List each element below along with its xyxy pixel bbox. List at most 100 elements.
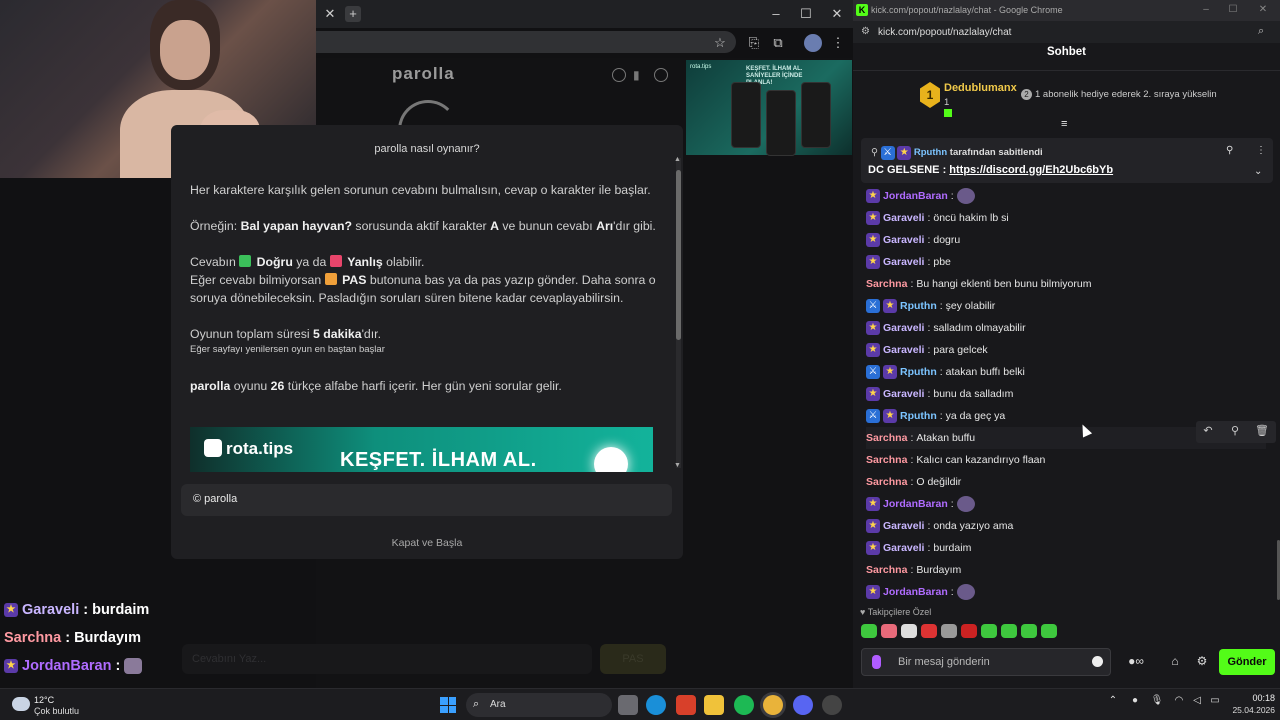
reply-icon[interactable]: ↶ <box>1200 424 1216 437</box>
minimize-icon[interactable]: – <box>768 6 784 22</box>
chat-username[interactable]: JordanBaran <box>883 498 948 510</box>
chat-username[interactable]: Sarchna <box>866 476 907 488</box>
chat-username[interactable]: JordanBaran <box>883 586 948 598</box>
chat-message[interactable]: ★ Garaveli: para gelcek <box>866 339 1266 361</box>
discord-link[interactable]: https://discord.gg/Eh2Ubc6bYb <box>949 164 1113 176</box>
chat-message[interactable]: ★ Garaveli: onda yazıyo ama <box>866 515 1266 537</box>
plus-icon[interactable]: + <box>345 6 361 22</box>
window-close-icon[interactable]: ✕ <box>1255 4 1271 15</box>
profile-avatar[interactable] <box>804 34 822 52</box>
task-view-icon[interactable] <box>618 695 638 715</box>
edge-icon[interactable] <box>646 695 666 715</box>
microphone-icon[interactable] <box>872 655 881 669</box>
folder-icon[interactable] <box>704 695 724 715</box>
chat-username[interactable]: Garaveli <box>883 344 924 356</box>
users-icon[interactable]: ●∞ <box>1121 654 1151 670</box>
maximize-icon[interactable]: ☐ <box>1225 4 1241 15</box>
chat-message[interactable]: Sarchna: O değildir <box>866 471 1266 493</box>
store-icon[interactable]: ⌂ <box>1166 654 1184 670</box>
close-icon[interactable]: ✕ <box>322 6 338 22</box>
emote-button[interactable] <box>881 624 897 638</box>
emote-button[interactable] <box>1041 624 1057 638</box>
kebab-icon[interactable]: ⋮ <box>829 34 847 52</box>
chat-message[interactable]: ★ JordanBaran: <box>866 185 1266 207</box>
microphone-icon[interactable]: 🎙 <box>1150 695 1164 706</box>
chat-username[interactable]: Garaveli <box>883 322 924 334</box>
clock-time[interactable]: 00:18 <box>1245 693 1275 703</box>
chat-username[interactable]: Sarchna <box>866 278 907 290</box>
site-logo[interactable]: parolla <box>392 64 455 84</box>
chat-message[interactable]: ★ Garaveli: pbe <box>866 251 1266 273</box>
side-ad[interactable]: rota.tips KEŞFET. İLHAM AL. SANİYELER İÇ… <box>686 60 852 156</box>
chat-username[interactable]: Garaveli <box>883 520 924 532</box>
chat-username[interactable]: Rputhn <box>900 410 937 422</box>
minimize-icon[interactable]: – <box>1198 4 1214 15</box>
chat-message[interactable]: ★ JordanBaran: <box>866 581 1266 603</box>
emoji-icon[interactable] <box>1092 656 1103 667</box>
battery-icon[interactable]: ▭ <box>1208 695 1222 706</box>
chat-username[interactable]: Sarchna <box>866 432 907 444</box>
zoom-icon[interactable]: ⌕ <box>1258 25 1264 38</box>
chat-message[interactable]: Sarchna: Burdayım <box>866 559 1266 581</box>
chat-message[interactable]: Sarchna: Bu hangi eklenti ben bunu bilmiy… <box>866 273 1266 295</box>
translate-icon[interactable]: ⎘ <box>745 34 763 52</box>
app-icon[interactable] <box>822 695 842 715</box>
rota-tips-banner[interactable]: rota.tips KEŞFET. İLHAM AL. <box>190 427 653 472</box>
kebab-icon[interactable]: ⋮ <box>1256 145 1266 156</box>
chat-username[interactable]: Rputhn <box>900 366 937 378</box>
discord-icon[interactable] <box>793 695 813 715</box>
windows-start-icon[interactable] <box>440 697 456 713</box>
chat-message[interactable]: ★ Garaveli: burdaim <box>866 537 1266 559</box>
gear-icon[interactable]: ⚙ <box>1193 654 1211 670</box>
chat-username[interactable]: Rputhn <box>900 300 937 312</box>
trash-icon[interactable]: 🗑 <box>1254 424 1270 437</box>
maximize-icon[interactable]: ☐ <box>798 6 814 22</box>
chat-message[interactable]: ★ Garaveli: dogru <box>866 229 1266 251</box>
steam-icon[interactable]: ● <box>1128 695 1142 706</box>
scroll-down-icon[interactable]: ▼ <box>674 462 681 469</box>
collapse-leaderboard-icon[interactable]: ≡ <box>1061 118 1067 130</box>
emote-button[interactable] <box>961 624 977 638</box>
chat-username[interactable]: Sarchna <box>866 564 907 576</box>
wifi-icon[interactable]: ◠ <box>1172 695 1186 706</box>
chat-message[interactable]: ★ Garaveli: bunu da salladım <box>866 383 1266 405</box>
clock-date[interactable]: 25.04.2026 <box>1225 705 1275 715</box>
pin-icon[interactable]: ⚲ <box>1227 424 1243 437</box>
chat-message-input[interactable]: Bir mesaj gönderin <box>861 648 1111 676</box>
taskbar-search[interactable]: ⌕ Ara <box>466 693 612 717</box>
scroll-up-icon[interactable]: ▲ <box>674 156 681 163</box>
chat-message[interactable]: ⚔ ★ Rputhn: şey olabilir <box>866 295 1266 317</box>
emote-button[interactable] <box>861 624 877 638</box>
pas-button[interactable]: PAS <box>600 644 666 674</box>
chat-message[interactable]: ★ JordanBaran: <box>866 493 1266 515</box>
emote-button[interactable] <box>1021 624 1037 638</box>
address-bar[interactable] <box>316 31 736 53</box>
emote-button[interactable] <box>981 624 997 638</box>
chevron-down-icon[interactable]: ⌄ <box>1254 166 1262 177</box>
close-and-start-button[interactable]: Kapat ve Başla <box>171 537 683 549</box>
chat-username[interactable]: Sarchna <box>866 454 907 466</box>
chat-message[interactable]: Sarchna: Kalıcı can kazandırıyo flaan <box>866 449 1266 471</box>
user-icon[interactable] <box>654 68 668 82</box>
window-close-icon[interactable]: ✕ <box>829 6 845 22</box>
unpin-icon[interactable]: ⚲ <box>1226 145 1233 156</box>
emote-button[interactable] <box>901 624 917 638</box>
app-icon[interactable] <box>676 695 696 715</box>
chrome-icon[interactable] <box>763 695 783 715</box>
stats-icon[interactable]: ▮ <box>633 68 647 82</box>
chat-message[interactable]: ★ Garaveli: salladım olmayabilir <box>866 317 1266 339</box>
chat-message[interactable]: ⚔ ★ Rputhn: atakan buffı belki <box>866 361 1266 383</box>
modal-scrollbar-thumb[interactable] <box>676 170 681 340</box>
chat-username[interactable]: Garaveli <box>883 234 924 246</box>
chat-username[interactable]: Garaveli <box>883 212 924 224</box>
emote-button[interactable] <box>1001 624 1017 638</box>
volume-icon[interactable]: ◁ <box>1190 695 1204 706</box>
chevron-up-icon[interactable]: ⌃ <box>1106 695 1120 706</box>
emote-button[interactable] <box>921 624 937 638</box>
chat-message[interactable]: ★ Garaveli: öncü hakim lb si <box>866 207 1266 229</box>
chat-username[interactable]: JordanBaran <box>883 190 948 202</box>
chat-username[interactable]: Garaveli <box>883 542 924 554</box>
emote-button[interactable] <box>941 624 957 638</box>
spotify-icon[interactable] <box>734 695 754 715</box>
info-icon[interactable] <box>612 68 626 82</box>
